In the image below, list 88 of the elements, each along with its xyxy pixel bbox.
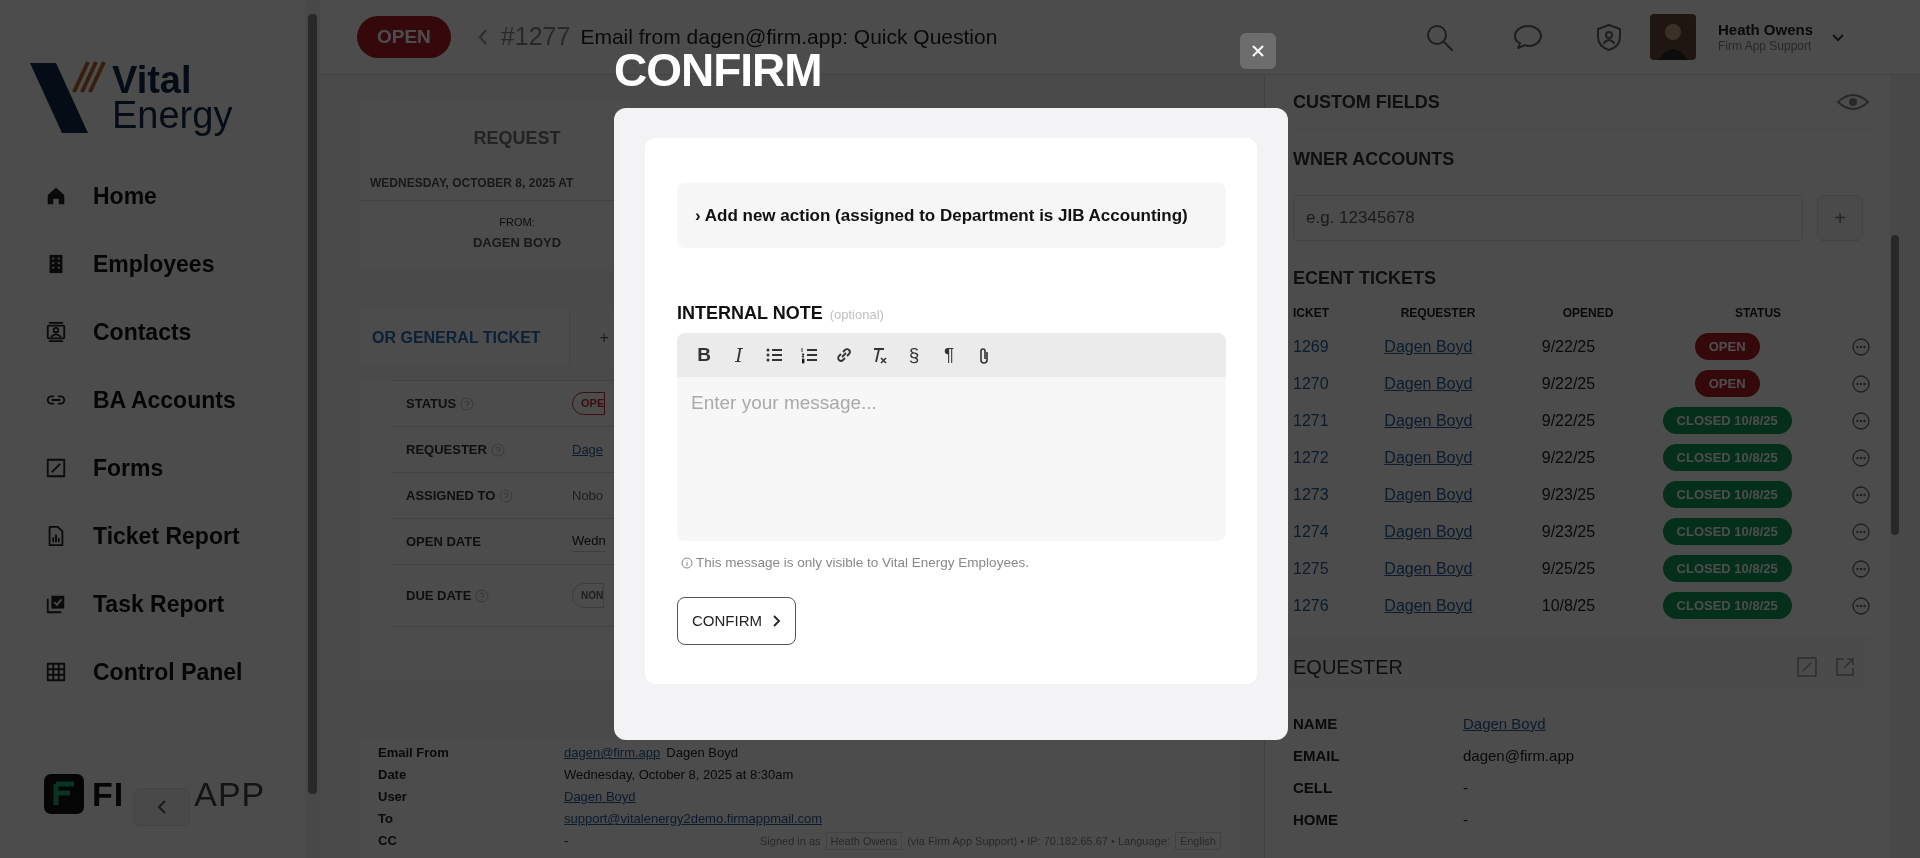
column-header: OPENED xyxy=(1561,305,1615,322)
table-cell-text: 9/25/25 xyxy=(1540,558,1597,579)
user-name: Heath Owens xyxy=(1717,20,1813,39)
field-label: DUE DATE xyxy=(406,586,472,605)
requester-link[interactable]: Dagen Boyd xyxy=(1384,485,1473,503)
logo-text: FI xyxy=(92,775,125,813)
table-cell-text: 9/23/25 xyxy=(1540,521,1597,542)
ticket-link[interactable]: 1272 xyxy=(1293,448,1329,466)
meta-value: - xyxy=(564,832,569,851)
requester-link[interactable]: Dagen Boyd xyxy=(1384,411,1473,429)
from-label: FROM: xyxy=(499,216,535,228)
logo-text: APP xyxy=(194,775,266,813)
field-value: - xyxy=(1463,777,1468,798)
table-cell-text: 9/23/25 xyxy=(1540,484,1597,505)
sidebar-item[interactable]: Ticket Report xyxy=(0,502,305,570)
field-label: OPEN DATE xyxy=(406,532,481,551)
ticket-link[interactable]: 1273 xyxy=(1293,485,1329,503)
link-icon xyxy=(835,346,853,364)
field-value: dagen@firm.app xyxy=(1463,745,1575,766)
sidebar-item[interactable]: Contacts xyxy=(0,298,305,366)
meta-value: Dagen Boyd xyxy=(666,744,738,763)
table-cell-text: 9/22/25 xyxy=(1540,410,1597,431)
help-text: This message is only visible to Vital Energy Employees. xyxy=(696,554,1029,572)
sidebar-item[interactable]: Forms xyxy=(0,434,305,502)
meta-link[interactable]: Dagen Boyd xyxy=(564,787,636,807)
info-icon xyxy=(681,557,693,570)
optional-hint: (optional) xyxy=(829,306,884,324)
field-value: Wedn xyxy=(572,531,606,552)
field-label: HOME xyxy=(1293,809,1339,830)
column-header: ICKET xyxy=(1293,305,1330,322)
meta-label: CC xyxy=(378,832,398,851)
field-value: - xyxy=(1463,809,1468,830)
close-icon xyxy=(1251,44,1265,58)
meta-label: To xyxy=(378,810,394,829)
sidebar-item[interactable]: Control Panel xyxy=(0,638,305,706)
meta-value: Wednesday, October 8, 2025 at 8:30am xyxy=(564,766,794,785)
ticket-link[interactable]: 1269 xyxy=(1293,337,1329,355)
sidebar-item[interactable]: Home xyxy=(0,162,305,230)
table-cell-text: 9/22/25 xyxy=(1540,447,1597,468)
meta-label: Date xyxy=(378,766,408,785)
requester-link[interactable]: Dagen Boyd xyxy=(1384,374,1473,392)
message-field[interactable]: Enter your message... xyxy=(677,377,1226,541)
section-heading: EQUESTER xyxy=(1293,654,1404,680)
italic-button[interactable]: I xyxy=(725,341,753,369)
close-button[interactable] xyxy=(1240,33,1276,69)
table-cell-text: 9/22/25 xyxy=(1540,336,1597,357)
bold-button[interactable]: B xyxy=(690,341,718,369)
section-heading: ECENT TICKETS xyxy=(1293,267,1437,290)
sidebar-item[interactable]: Employees xyxy=(0,230,305,298)
field-label: STATUS xyxy=(406,394,457,413)
requester-link[interactable]: Dage xyxy=(572,439,604,460)
ticket-link[interactable]: 1275 xyxy=(1293,559,1329,577)
field-label: CELL xyxy=(1293,777,1334,798)
field-label: EMAIL xyxy=(1293,745,1341,766)
toolbar-button[interactable]: § xyxy=(900,341,928,369)
logo-text: Vital xyxy=(112,63,192,98)
table-cell-text: 10/8/25 xyxy=(1540,595,1597,616)
field-label: REQUESTER xyxy=(406,440,487,459)
ticket-link[interactable]: 1270 xyxy=(1293,374,1329,392)
section-heading: CUSTOM FIELDS xyxy=(1293,90,1440,114)
meta-link[interactable]: support@vitalenergy2demo.firmappmail.com xyxy=(564,809,823,829)
requester-link[interactable]: Dagen Boyd xyxy=(1463,712,1546,736)
sidebar-item[interactable]: BA Accounts xyxy=(0,366,305,434)
requester-link[interactable]: Dagen Boyd xyxy=(1384,522,1473,540)
confirm-button[interactable]: CONFIRM xyxy=(677,597,796,646)
column-header: REQUESTER xyxy=(1399,305,1477,322)
requester-link[interactable]: Dagen Boyd xyxy=(1384,337,1473,355)
ticket-link[interactable]: 1276 xyxy=(1293,596,1329,614)
field-label: ASSIGNED TO xyxy=(406,486,496,505)
column-header: STATUS xyxy=(1733,305,1783,322)
sidebar-item[interactable]: Task Report xyxy=(0,570,305,638)
table-cell-text: 9/22/25 xyxy=(1540,373,1597,394)
numbered-list-icon xyxy=(800,346,818,364)
ticket-link[interactable]: 1271 xyxy=(1293,411,1329,429)
requester-link[interactable]: Dagen Boyd xyxy=(1384,559,1473,577)
meta-label: Email From xyxy=(378,744,450,763)
chevron-right-icon xyxy=(772,614,781,629)
section-heading: WNER ACCOUNTS xyxy=(1293,148,1456,171)
meta-link[interactable]: dagen@firm.app xyxy=(564,743,661,763)
requester-link[interactable]: Dagen Boyd xyxy=(1384,448,1473,466)
bulleted-list-icon xyxy=(765,346,783,364)
meta-label: User xyxy=(378,788,408,807)
field-label: NAME xyxy=(1293,713,1339,734)
field-label: INTERNAL NOTE xyxy=(677,302,823,325)
requester-link[interactable]: Dagen Boyd xyxy=(1384,596,1473,614)
ticket-link[interactable]: 1274 xyxy=(1293,522,1329,540)
add-action-button[interactable]: › Add new action (assigned to Department is JIB Accounting) xyxy=(677,183,1226,248)
toolbar-button[interactable]: ¶ xyxy=(935,341,963,369)
